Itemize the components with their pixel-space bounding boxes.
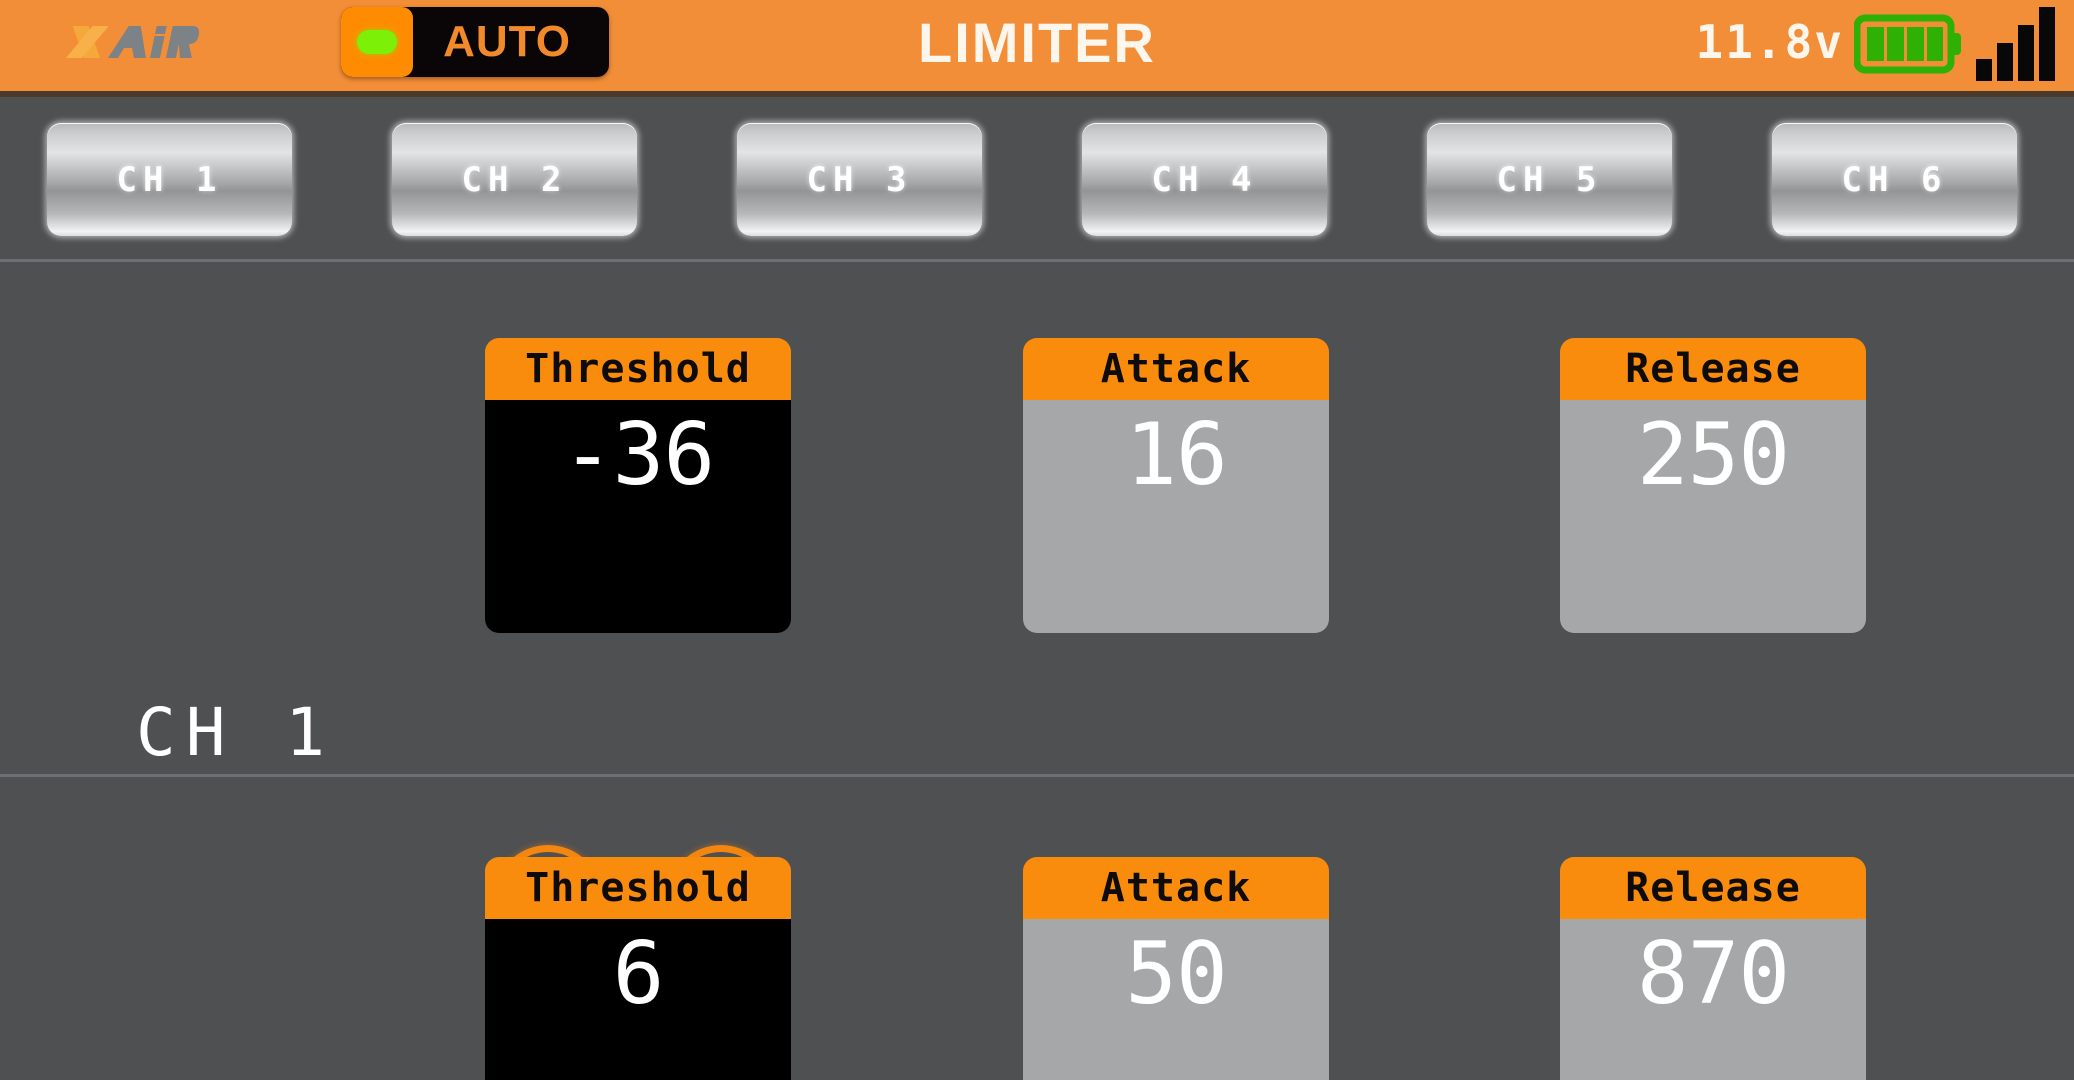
limiter-screen: AUTO LIMITER 11.8v CH 1 CH 2 CH 3 CH 4 C… [0, 0, 2074, 1080]
param-value-area: 250 [1560, 400, 1866, 633]
param-card-threshold[interactable]: Threshold -36 [485, 338, 791, 633]
param-title: Threshold [485, 857, 791, 919]
param-value-area: 16 [1023, 400, 1329, 633]
param-value: 16 [1125, 405, 1228, 505]
channel-row-label: CH 1 [136, 694, 335, 771]
param-title: Release [1560, 338, 1866, 400]
param-card-release[interactable]: Release 250 [1560, 338, 1866, 633]
channel-row-ch1: CH 1 Threshold -36 Attack 16 Release 250 [0, 262, 2074, 953]
channel-tab-row: CH 1 CH 2 CH 3 CH 4 CH 5 CH 6 [0, 97, 2074, 262]
param-value: 6 [612, 924, 665, 1024]
param-value: -36 [561, 405, 715, 505]
param-title: Attack [1023, 338, 1329, 400]
channel-tab-label: CH 6 [1841, 159, 1948, 200]
app-header: AUTO LIMITER 11.8v [0, 0, 2074, 97]
param-card-threshold[interactable]: Threshold 6 [485, 857, 791, 1080]
param-value-area: 870 [1560, 919, 1866, 1080]
param-value: 250 [1636, 405, 1790, 505]
channel-tab-label: CH 4 [1151, 159, 1258, 200]
param-card-attack[interactable]: Attack 50 [1023, 857, 1329, 1080]
channel-tab-ch5[interactable]: CH 5 [1427, 123, 1672, 236]
channel-tab-label: CH 5 [1496, 159, 1603, 200]
channel-tab-ch3[interactable]: CH 3 [737, 123, 982, 236]
channel-tab-ch4[interactable]: CH 4 [1082, 123, 1327, 236]
status-cluster: 11.8v [1696, 4, 2058, 84]
signal-strength-icon [1976, 7, 2055, 81]
battery-icon [1854, 14, 1961, 74]
channel-tab-ch1[interactable]: CH 1 [47, 123, 292, 236]
param-value: 870 [1636, 924, 1790, 1024]
channel-tab-label: CH 3 [806, 159, 913, 200]
battery-voltage-readout: 11.8v [1695, 15, 1844, 69]
param-title: Release [1560, 857, 1866, 919]
param-value: 50 [1125, 924, 1228, 1024]
channel-tab-label: CH 1 [116, 159, 223, 200]
channel-row-ch2: CH 2 Threshold 6 Attack 50 Release 870 [0, 780, 2074, 1080]
channel-tab-label: CH 2 [461, 159, 568, 200]
param-title: Attack [1023, 857, 1329, 919]
param-title: Threshold [485, 338, 791, 400]
param-value-area: -36 [485, 400, 791, 633]
param-value-area: 6 [485, 919, 791, 1080]
channel-tab-ch6[interactable]: CH 6 [1772, 123, 2017, 236]
param-value-area: 50 [1023, 919, 1329, 1080]
param-card-attack[interactable]: Attack 16 [1023, 338, 1329, 633]
param-card-release[interactable]: Release 870 [1560, 857, 1866, 1080]
channel-tab-ch2[interactable]: CH 2 [392, 123, 637, 236]
